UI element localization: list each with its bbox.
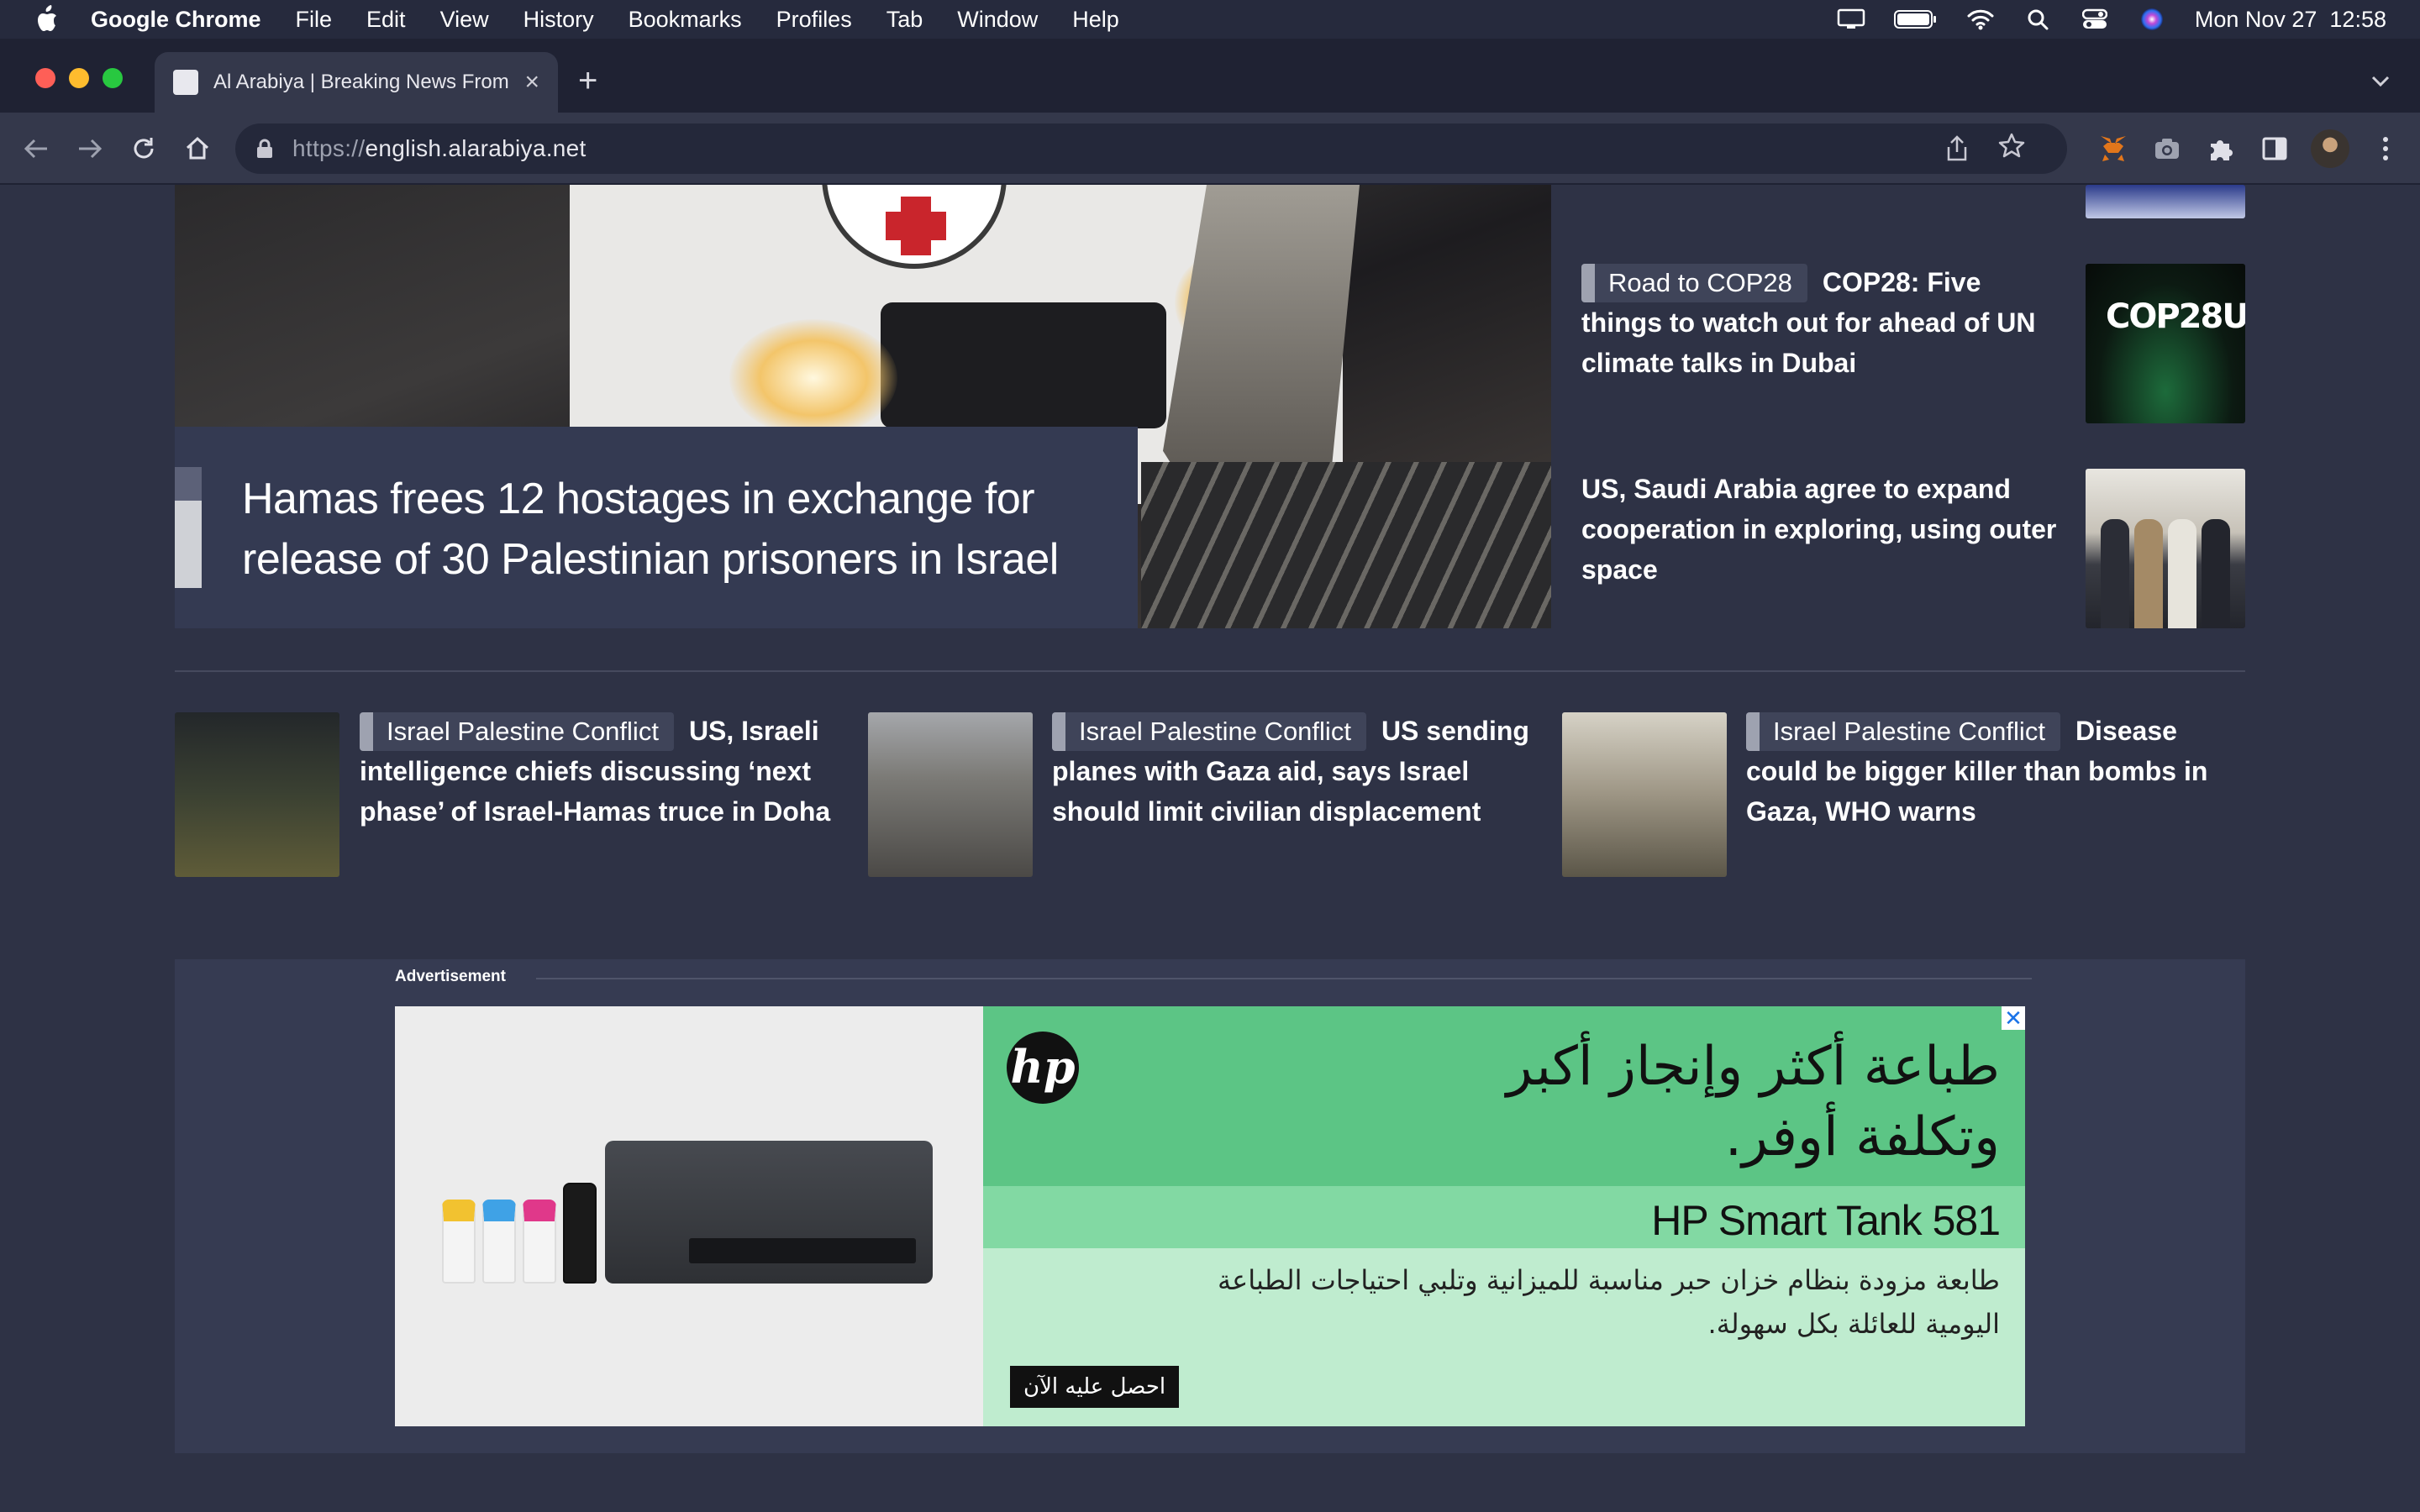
hero-accent-bar [175,467,202,501]
thumbnail-figure [2202,519,2230,628]
ad-close-icon[interactable]: ✕ [2002,1006,2025,1030]
menu-view[interactable]: View [440,7,489,33]
tab-search-chevron-icon[interactable] [2371,67,2390,93]
advertisement-rule [536,978,2032,979]
bookmark-star-icon[interactable] [1998,132,2025,166]
window-zoom-button[interactable] [103,68,123,88]
ad-product-name[interactable]: HP Smart Tank 581 [1651,1196,2001,1245]
url-host: english.alarabiya.net [365,135,587,161]
back-button[interactable] [17,129,55,168]
side-story[interactable]: US, Saudi Arabia agree to expand coopera… [1581,469,2069,590]
advertisement-banner[interactable]: hp طباعة أكثر وإنجاز أكبر وتكلفة أوفر. H… [395,1006,2025,1426]
menu-history[interactable]: History [523,7,594,33]
siri-icon[interactable] [2138,8,2166,30]
story-tag[interactable]: Israel Palestine Conflict [360,712,674,751]
tab-close-icon[interactable]: × [524,68,539,97]
ink-bottle-cyan [482,1200,516,1284]
hp-logo-icon: hp [1007,1032,1079,1104]
spotlight-search-icon[interactable] [2023,8,2052,30]
printer-image [605,1141,933,1284]
ink-bottle-magenta [523,1200,556,1284]
lock-icon[interactable] [255,139,274,159]
browser-tab-strip: Al Arabiya | Breaking News From × + [0,39,2420,113]
hero-image-detail [1141,462,1551,628]
row-story[interactable]: Israel Palestine Conflict Disease could b… [1746,711,2250,832]
forward-button[interactable] [71,129,109,168]
ad-headline[interactable]: طباعة أكثر وإنجاز أكبر وتكلفة أوفر. [1412,1032,2000,1173]
menu-bookmarks[interactable]: Bookmarks [629,7,742,33]
new-tab-button[interactable]: + [578,64,597,97]
url-scheme: https:// [292,135,366,161]
menu-tab[interactable]: Tab [886,7,923,33]
webpage-content: Hamas frees 12 hostages in exchange for … [0,185,2420,1512]
story-headline[interactable]: US, Saudi Arabia agree to expand coopera… [1581,474,2056,585]
extensions-puzzle-icon[interactable] [2203,131,2238,166]
ad-cta-button[interactable]: احصل عليه الآن [1010,1366,1180,1408]
side-panel-icon[interactable] [2257,131,2292,166]
story-thumbnail[interactable] [1562,712,1727,877]
story-thumbnail[interactable] [2086,185,2245,218]
window-close-button[interactable] [35,68,55,88]
story-thumbnail[interactable] [2086,469,2245,628]
share-icon[interactable] [1946,135,1968,166]
row-story[interactable]: Israel Palestine Conflict US, Israeli int… [360,711,864,832]
wifi-icon[interactable] [1966,8,1995,30]
thumbnail-figure [2134,519,2163,628]
hero-story[interactable]: Hamas frees 12 hostages in exchange for … [175,185,1551,628]
hero-caption-box: Hamas frees 12 hostages in exchange for … [175,427,1138,628]
macos-menu-bar: Google Chrome File Edit View History Boo… [0,0,2420,39]
ad-description: طابعة مزودة بنظام خزان حبر مناسبة للميزا… [1218,1264,2000,1340]
browser-tab-active[interactable]: Al Arabiya | Breaking News From × [155,52,558,113]
reload-button[interactable] [124,129,163,168]
story-tag[interactable]: Israel Palestine Conflict [1052,712,1366,751]
hero-image-detail [881,302,1166,428]
url-text[interactable]: https://english.alarabiya.net [292,135,587,162]
advertisement-label: Advertisement [395,968,506,985]
ad-product-image[interactable] [395,1006,983,1426]
thumbnail-figure [2101,519,2129,628]
advertisement-section: Advertisement hp طباعة أكثر وإنجاز أكبر … [175,959,2245,1453]
home-button[interactable] [178,129,217,168]
hero-headline[interactable]: Hamas frees 12 hostages in exchange for … [242,469,1116,590]
apple-icon[interactable] [34,5,59,34]
thumbnail-figure [2168,519,2196,628]
profile-avatar[interactable] [2311,129,2349,168]
control-center-icon[interactable] [2081,8,2109,30]
menu-window[interactable]: Window [957,7,1038,33]
ink-bottle-black [563,1183,597,1284]
hero-image-detail [729,319,897,437]
browser-toolbar: https://english.alarabiya.net [0,113,2420,185]
window-minimize-button[interactable] [69,68,89,88]
side-story[interactable]: Road to COP28 COP28: Five things to watch… [1581,262,2069,383]
address-bar[interactable]: https://english.alarabiya.net [235,123,2067,174]
favicon-icon [173,70,198,95]
display-icon[interactable] [1837,8,1865,30]
menu-profiles[interactable]: Profiles [776,7,852,33]
chrome-menu-icon[interactable] [2368,131,2403,166]
battery-icon[interactable] [1893,8,1938,30]
metamask-extension-icon[interactable] [2096,131,2131,166]
section-divider [175,670,2245,672]
story-thumbnail[interactable] [175,712,339,877]
tab-title: Al Arabiya | Breaking News From [213,71,509,93]
menu-file[interactable]: File [296,7,333,33]
ad-text-panel[interactable]: hp طباعة أكثر وإنجاز أكبر وتكلفة أوفر. H… [983,1006,2025,1426]
menu-app-name[interactable]: Google Chrome [91,7,261,33]
story-tag[interactable]: Road to COP28 [1581,264,1807,302]
thumbnail-text: COP28UAE [2106,297,2245,336]
story-thumbnail[interactable] [868,712,1033,877]
ink-bottle-yellow [442,1200,476,1284]
menubar-clock[interactable]: Mon Nov 27 12:58 [2195,7,2386,33]
story-thumbnail[interactable]: COP28UAE [2086,264,2245,423]
story-tag[interactable]: Israel Palestine Conflict [1746,712,2060,751]
menu-help[interactable]: Help [1072,7,1119,33]
screenshot-extension-icon[interactable] [2149,131,2185,166]
menu-edit[interactable]: Edit [366,7,406,33]
row-story[interactable]: Israel Palestine Conflict US sending plan… [1052,711,1556,832]
printer-slot [689,1238,916,1263]
